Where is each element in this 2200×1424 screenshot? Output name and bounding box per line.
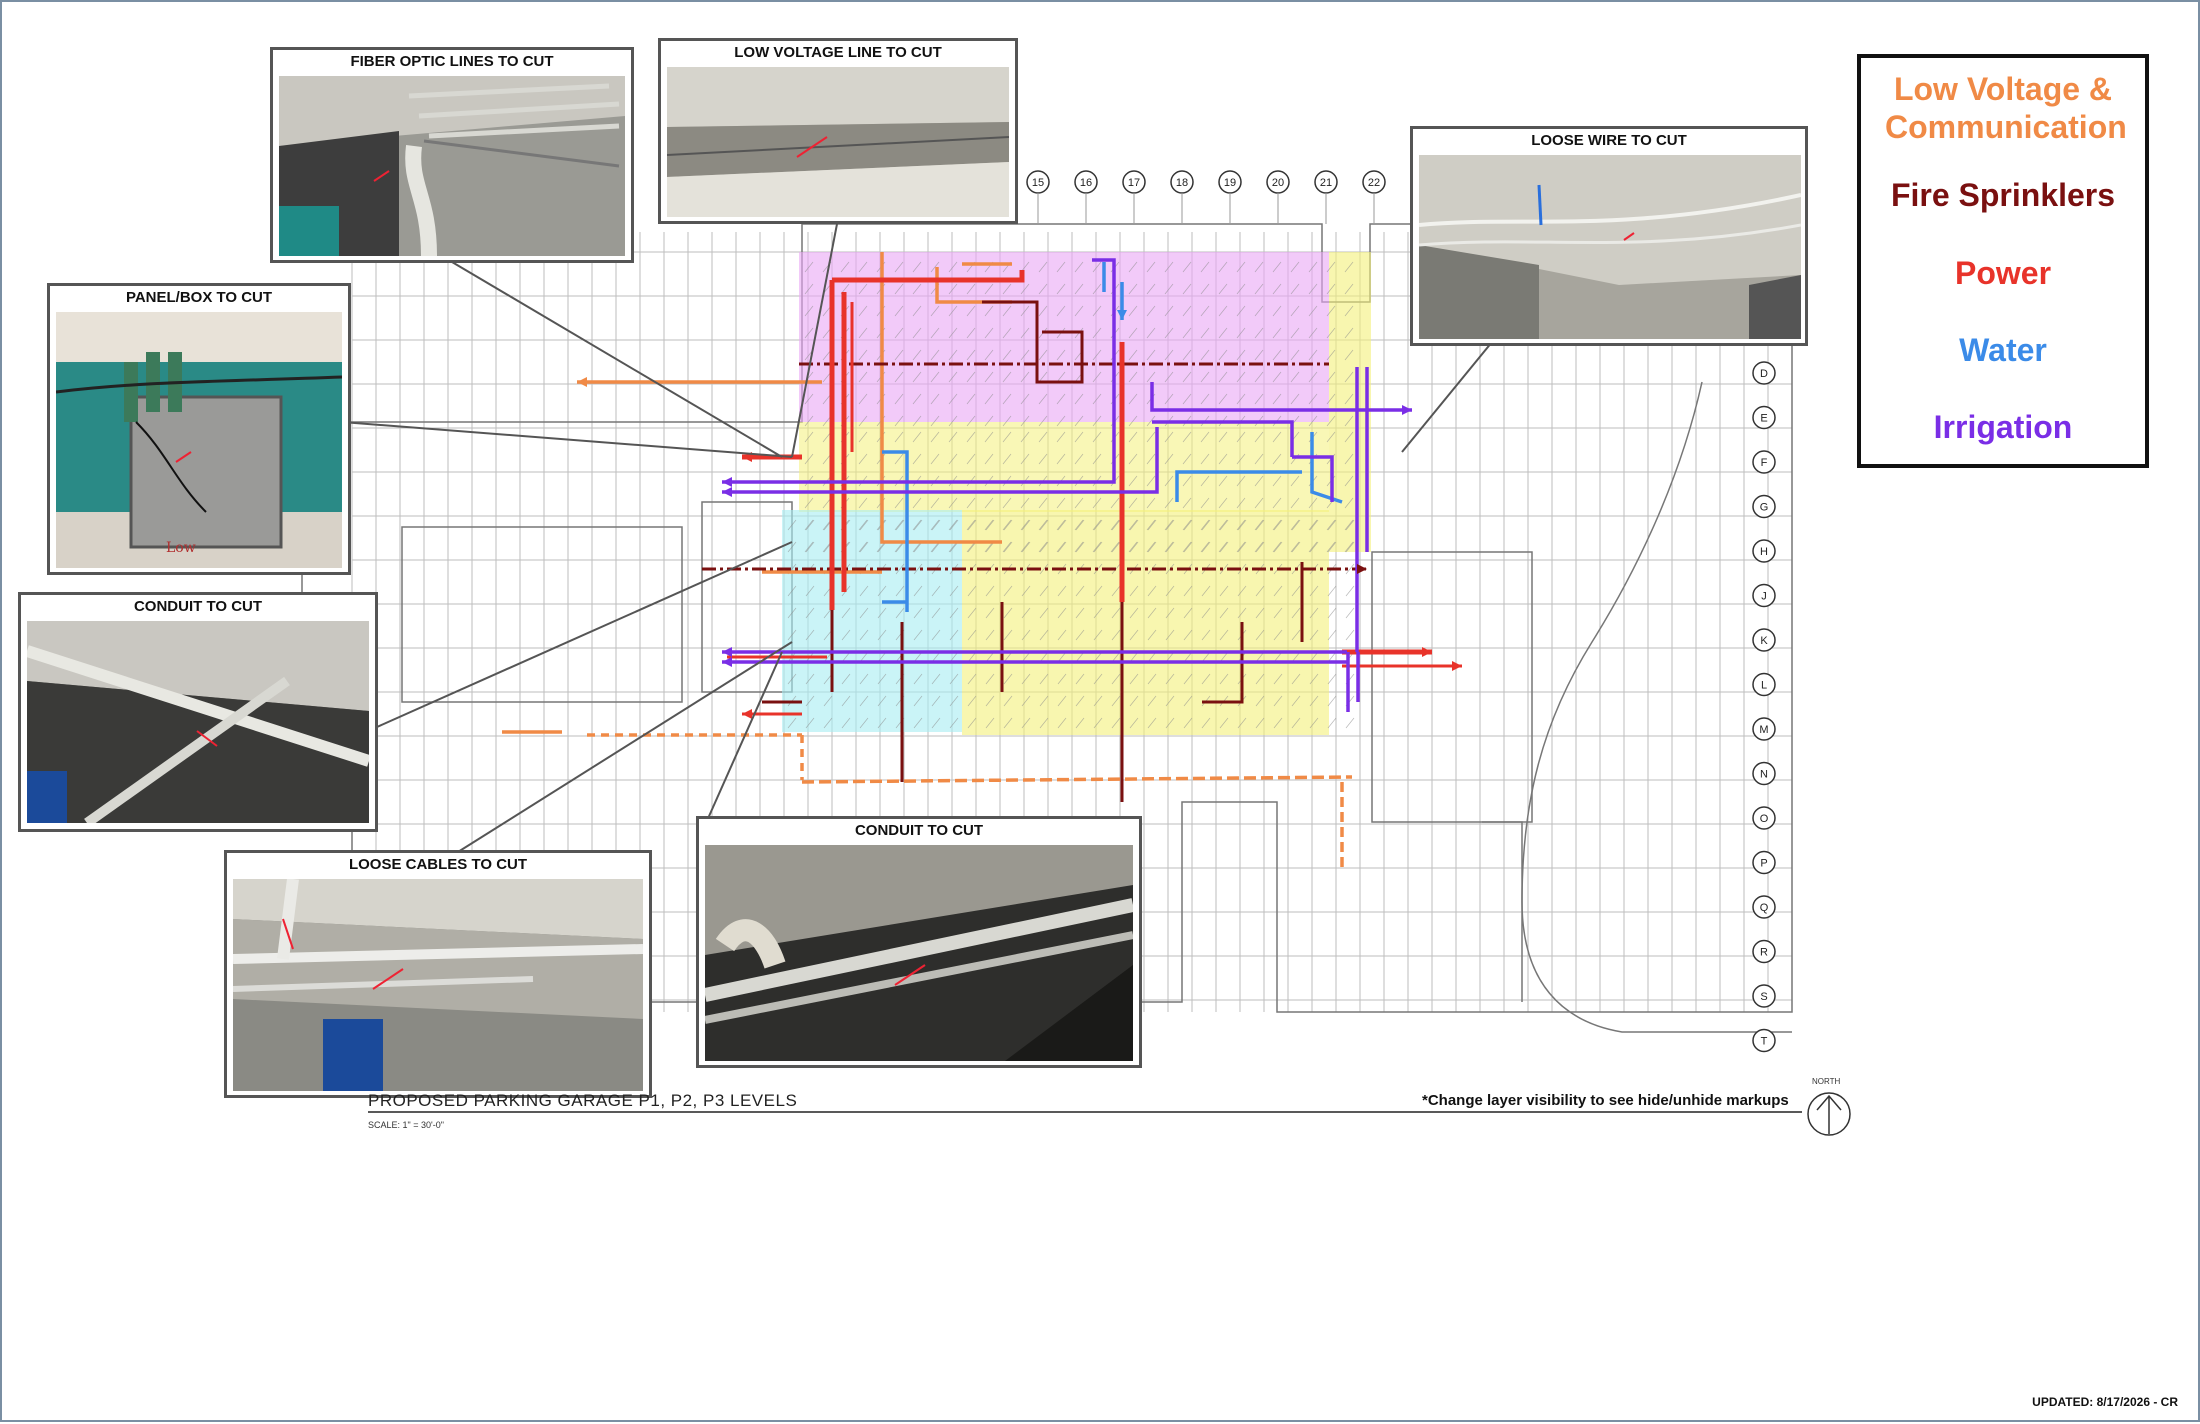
legend-irrigation: Irrigation: [1933, 409, 2073, 445]
callout-title: CONDUIT TO CUT: [133, 598, 263, 615]
grid-bubble-row-K: K: [1752, 628, 1776, 652]
callout-title: PANEL/BOX TO CUT: [125, 289, 273, 306]
updated-stamp: UPDATED: 8/17/2026 - CR: [2032, 1395, 2178, 1409]
callout-low-voltage: LOW VOLTAGE LINE TO CUT: [658, 38, 1018, 224]
grid-bubble-col-21: 21: [1314, 170, 1338, 224]
grid-bubble-row-J: J: [1752, 583, 1776, 608]
callout-title: LOW VOLTAGE LINE TO CUT: [734, 44, 942, 61]
legend-power: Power: [1954, 255, 2052, 291]
photo-loose-cables: [233, 879, 643, 1091]
grid-label: R: [1760, 947, 1768, 959]
callout-conduit-center: CONDUIT TO CUT: [696, 816, 1142, 1068]
grid-bubble-col-20: 20: [1266, 170, 1290, 224]
callout-title: LOOSE WIRE TO CUT: [1531, 132, 1687, 149]
grid-label: 15: [1032, 177, 1044, 189]
grid-bubble-row-G: G: [1752, 494, 1776, 519]
callout-title: LOOSE CABLES TO CUT: [348, 856, 528, 873]
legend: Low Voltage & Communication Fire Sprinkl…: [1857, 54, 2149, 468]
plan-scale: SCALE: 1" = 30'-0": [368, 1120, 444, 1130]
grid-label: K: [1760, 635, 1768, 647]
grid-bubble-row-P: P: [1752, 850, 1776, 875]
callout-title: CONDUIT TO CUT: [854, 822, 984, 839]
plan-title: PROPOSED PARKING GARAGE P1, P2, P3 LEVEL…: [368, 1091, 798, 1110]
grid-label: 16: [1080, 177, 1092, 189]
grid-bubble-col-16: 16: [1074, 170, 1098, 224]
grid-label: M: [1759, 724, 1768, 736]
grid-label: Q: [1760, 902, 1769, 914]
grid-bubble-col-18: 18: [1170, 170, 1194, 224]
grid-bubble-col-22: 22: [1362, 170, 1386, 224]
callout-loose-cables: LOOSE CABLES TO CUT: [224, 850, 652, 1098]
grid-label: N: [1760, 769, 1768, 781]
callout-loose-wire: LOOSE WIRE TO CUT: [1410, 126, 1808, 346]
grid-label: T: [1761, 1036, 1768, 1048]
grid-label: 17: [1128, 177, 1140, 189]
north-label: NORTH: [1812, 1077, 1841, 1086]
zone-yellow-strip: [1329, 252, 1371, 422]
grid-label: H: [1760, 546, 1768, 558]
grid-label: D: [1760, 368, 1768, 380]
legend-fire-sprinklers: Fire Sprinklers: [1890, 177, 2116, 213]
grid-bubble-row-R: R: [1752, 939, 1776, 964]
grid-label: G: [1760, 502, 1769, 514]
photo-panel-box: Low: [56, 312, 342, 568]
panel-handwriting: Low: [166, 540, 196, 556]
zone-yellow-main: [962, 510, 1329, 735]
grid-label: P: [1760, 858, 1767, 870]
grid-label: J: [1761, 591, 1767, 603]
grid-label: O: [1760, 813, 1769, 825]
grid-label: E: [1760, 413, 1767, 425]
grid-bubble-row-F: F: [1752, 450, 1776, 474]
column-grid-bubbles: 15 16 17 18 19 20 21 22: [1026, 170, 1386, 224]
grid-bubble-row-N: N: [1752, 761, 1776, 786]
callout-panel-box: PANEL/BOX TO CUT Low: [47, 283, 351, 575]
layer-visibility-note: *Change layer visibility to see hide/unh…: [1422, 1092, 1789, 1109]
photo-low-voltage: [667, 67, 1009, 217]
grid-bubble-row-T: T: [1752, 1028, 1776, 1053]
grid-label: 22: [1368, 177, 1380, 189]
callout-title: FIBER OPTIC LINES TO CUT: [350, 53, 554, 70]
grid-bubble-row-Q: Q: [1752, 895, 1776, 919]
grid-label: 19: [1224, 177, 1236, 189]
photo-loose-wire: [1419, 155, 1801, 339]
photo-conduit-center: [705, 845, 1133, 1061]
grid-label: 18: [1176, 177, 1188, 189]
callout-conduit-left: CONDUIT TO CUT: [18, 592, 378, 832]
grid-bubble-row-O: O: [1752, 806, 1776, 830]
legend-low-voltage: Low Voltage & Communication: [1885, 71, 2127, 145]
grid-bubble-row-M: M: [1752, 717, 1776, 741]
grid-label: F: [1761, 457, 1768, 469]
legend-water: Water: [1959, 332, 2047, 368]
grid-label: S: [1760, 991, 1767, 1003]
grid-bubble-row-L: L: [1752, 672, 1776, 697]
grid-bubble-col-15: 15: [1026, 170, 1050, 224]
grid-bubble-col-17: 17: [1122, 170, 1146, 224]
grid-bubble-col-19: 19: [1218, 170, 1242, 224]
grid-bubble-row-E: E: [1752, 405, 1776, 430]
grid-label: 20: [1272, 177, 1284, 189]
zone-yellow-top: [799, 422, 1329, 512]
photo-conduit-left: [27, 621, 369, 823]
grid-bubble-row-H: H: [1752, 539, 1776, 563]
grid-bubble-row-S: S: [1752, 984, 1776, 1008]
grid-bubble-row-D: D: [1752, 361, 1776, 385]
photo-fiber-optic: [279, 76, 625, 256]
north-arrow-icon: [1807, 1092, 1851, 1136]
row-grid-bubbles: D E F G H J K L M N O P Q R S T: [1752, 361, 1776, 1053]
callout-fiber-optic: FIBER OPTIC LINES TO CUT: [270, 47, 634, 263]
drawing-sheet: 15 16 17 18 19 20 21 22 D E F G H J K L M N O P Q R S T FIBER …: [0, 0, 2200, 1422]
grid-label: L: [1761, 680, 1767, 692]
grid-label: 21: [1320, 177, 1332, 189]
